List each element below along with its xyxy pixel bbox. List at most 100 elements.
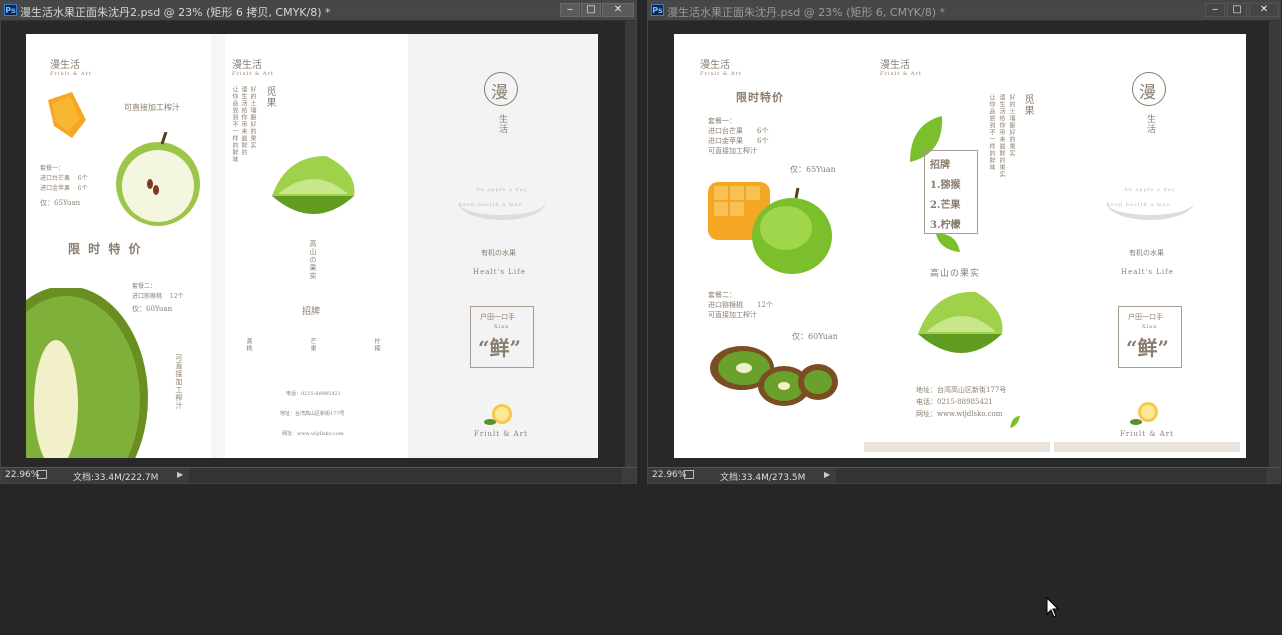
photoshop-icon-2: Ps <box>651 4 664 16</box>
w2-cover-box-en: Xian <box>1142 324 1158 330</box>
doc-size: 文档:33.4M/222.7M <box>73 473 159 483</box>
p1-direct-text: 可直接加工榨汁 <box>124 103 180 112</box>
w2-p2-web: 网址：www.wijdlsko.com <box>916 410 1003 418</box>
w2-cover-logo: 漫 <box>1139 83 1156 103</box>
p2-item2: 芒果 <box>309 338 316 352</box>
horizontal-scrollbar-2[interactable] <box>836 468 1266 483</box>
w2-p1-set1-line3: 可直接加工榨汁 <box>708 147 757 155</box>
document-canvas-2[interactable]: 漫生活 Friult & Art 限时特价 套餐一： 进口台芒果 6个 进口金苹果… <box>674 34 1246 458</box>
p2-phone: 电话：0215-88985421 <box>286 391 341 397</box>
w2-bottom-bar-left <box>864 442 1050 452</box>
brand-logo-2: 漫生活 Friult & Art <box>232 56 274 77</box>
p2-text-col2: 漫生活给你带来最鲜的 <box>240 86 247 156</box>
w2-cover-box-top: 户田一口手 <box>1128 313 1163 321</box>
w2-p1-set1-title: 套餐一： <box>708 117 736 125</box>
status-menu-arrow-icon[interactable]: ▶ <box>177 470 183 479</box>
w2-p1-set2: 套餐二： 进口猕猴桃 12个 可直接加工榨汁 <box>708 290 773 320</box>
cover-box-top: 户田一口手 <box>480 313 515 321</box>
window-2-titlebar[interactable]: Ps 漫生活水果正面朱沈丹.psd @ 23% (矩形 6, CMYK/8) *… <box>648 1 1280 21</box>
p2-item3: 柠檬 <box>373 338 380 352</box>
p2-fruit-head: 觅果 <box>264 86 275 108</box>
close-button-2[interactable]: ✕ <box>1249 3 1279 17</box>
apple-half-image <box>116 132 200 226</box>
cover-logo: 漫 <box>491 83 508 103</box>
p2-web: 网址：www.wijdlsko.com <box>282 431 344 437</box>
p2-text-col3: 让你品尝到不一样的鲜味 <box>231 86 238 163</box>
p2-address: 地址：台湾高山区新街177号 <box>280 411 345 417</box>
share-icon[interactable] <box>37 470 47 479</box>
lime-image <box>272 156 355 214</box>
brand-sub-2: Friult & Art <box>232 71 274 77</box>
mango-image <box>48 92 86 138</box>
document-canvas-1[interactable]: 漫生活 Friult & Art 可直接加工榨汁 套餐一： 进口台芒果 6个 进口… <box>26 34 598 458</box>
w2-p2-text-col2: 漫生活给你带来最鲜的果实 <box>998 94 1005 178</box>
cover-en1: An apple a day <box>476 187 528 193</box>
w2-p2-subtitle: 高山の果实 <box>930 269 981 279</box>
w2-p2-addr: 地址：台湾高山区新街177号 <box>916 386 1007 394</box>
horizontal-scrollbar-1[interactable] <box>189 468 622 483</box>
w2-p1-price2: 仅：60Yuan <box>792 332 838 341</box>
minimize-button[interactable]: ‒ <box>560 3 580 17</box>
p1-set1-line1: 进口台芒果 6个 <box>40 175 88 182</box>
close-button[interactable]: ✕ <box>602 3 634 17</box>
w2-menu: 招牌 1.猕猴 2.芒果 3.柠檬 <box>930 156 960 236</box>
share-icon-2[interactable] <box>684 470 694 479</box>
p2-item1: 蒸桃 <box>245 338 252 352</box>
vertical-scrollbar-2[interactable] <box>1269 21 1280 468</box>
w2-p1-set1-line2: 进口金苹果 6个 <box>708 137 769 145</box>
cover-box-en: Xian <box>494 324 510 330</box>
doc-size-2: 文档:33.4M/273.5M <box>720 473 806 483</box>
w2-cover-en1: An apple a day <box>1124 187 1176 193</box>
w2-p2-phone: 电话：0215-88985421 <box>916 398 993 406</box>
kiwi-half-image <box>26 288 148 458</box>
p1-set1-line2: 进口金苹果 6个 <box>40 185 88 192</box>
p1-price1: 仅：65Yuan <box>40 199 81 207</box>
minimize-button-2[interactable]: ‒ <box>1205 3 1225 17</box>
brand-logo-w2-p2: 漫生活 Friult & Art <box>880 56 922 77</box>
w2-cover-organic: 有机の水果 <box>1129 249 1164 257</box>
status-menu-arrow-icon-2[interactable]: ▶ <box>824 470 830 479</box>
window-2-title: 漫生活水果正面朱沈丹.psd @ 23% (矩形 6, CMYK/8) * <box>667 6 946 19</box>
vertical-scrollbar-1[interactable] <box>625 21 636 468</box>
cover-organic: 有机の水果 <box>481 249 516 257</box>
p2-vert-title: 高山の果实 <box>309 240 317 280</box>
document-window-1[interactable]: Ps 漫生活水果正面朱沈丹2.psd @ 23% (矩形 6 拷贝, CMYK/… <box>0 0 637 484</box>
w2-p1-set1: 套餐一： 进口台芒果 6个 进口金苹果 6个 可直接加工榨汁 <box>708 116 768 156</box>
maximize-button-2[interactable]: □ <box>1227 3 1247 17</box>
small-leaf-icon <box>936 233 960 252</box>
w2-cover-logo-2: 生活 <box>1145 114 1155 134</box>
cover-healthy: Healt's Life <box>473 268 526 276</box>
w2-p2-text-col1: 好的土壤酿好的果实 <box>1008 94 1015 157</box>
w2-cover-footer: Friult & Art <box>1120 430 1174 438</box>
brand-logo-w2-p2-text: 漫生活 <box>880 60 910 71</box>
p1-promo: 限 时 特 价 <box>68 242 143 256</box>
lime-image-2 <box>918 291 1003 353</box>
document-window-2[interactable]: Ps 漫生活水果正面朱沈丹.psd @ 23% (矩形 6, CMYK/8) *… <box>647 0 1281 484</box>
brand-logo-2-text: 漫生活 <box>232 60 262 71</box>
p2-text-col1: 好的土壤酿好的果实 <box>249 86 256 149</box>
zoom-level-2[interactable]: 22.96% <box>652 470 686 480</box>
w2-p1-set2-title: 套餐二： <box>708 291 736 299</box>
w2-p2-fruit-head: 觅果 <box>1022 94 1033 116</box>
brand-logo-w2-text: 漫生活 <box>700 60 730 71</box>
p1-vertical-text: 可直接加工榨汁 <box>175 354 183 410</box>
cover-box-big: “鲜” <box>478 336 522 360</box>
mango-apple-image <box>708 182 832 274</box>
w2-p2-text-col3: 让你品尝到不一样的鲜味 <box>988 94 995 171</box>
mouse-cursor-icon <box>1046 597 1060 618</box>
brand-logo-w2: 漫生活 Friult & Art <box>700 56 742 77</box>
window-1-titlebar[interactable]: Ps 漫生活水果正面朱沈丹2.psd @ 23% (矩形 6 拷贝, CMYK/… <box>1 1 636 21</box>
brand-sub-w2: Friult & Art <box>700 71 742 77</box>
brand-sub: Friult & Art <box>50 71 92 77</box>
zoom-level[interactable]: 22.96% <box>5 470 39 480</box>
status-bar-2: 22.96% 文档:33.4M/273.5M ▶ <box>648 467 1280 483</box>
cover-logo-2: 生活 <box>497 114 507 134</box>
w2-cover-box-big: “鲜” <box>1126 336 1170 360</box>
window-1-title: 漫生活水果正面朱沈丹2.psd @ 23% (矩形 6 拷贝, CMYK/8) … <box>20 6 331 19</box>
w2-p1-heading: 限时特价 <box>736 91 784 104</box>
w2-cover-en2: keep health a man <box>1107 202 1171 208</box>
w2-p1-set1-line1: 进口台芒果 6个 <box>708 127 769 135</box>
maximize-button[interactable]: □ <box>581 3 601 17</box>
w2-bottom-bar-right <box>1054 442 1240 452</box>
w2-menu-row1: 招牌 <box>930 160 950 171</box>
